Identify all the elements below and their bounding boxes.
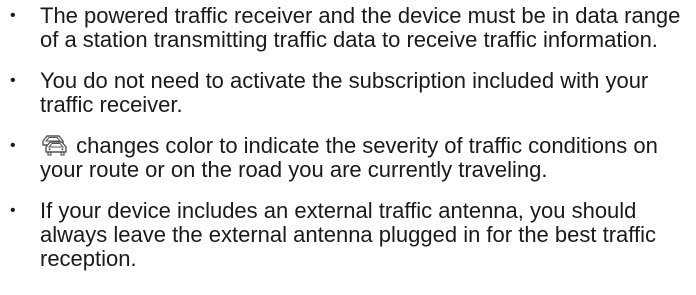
bullet-marker: •	[10, 7, 16, 24]
bullet-text: If your device includes an external traf…	[40, 198, 656, 271]
bullet-text: The powered traffic receiver and the dev…	[40, 3, 681, 52]
list-item: • If your device includes an external tr…	[0, 199, 690, 271]
bullet-list: • The powered traffic receiver and the d…	[0, 4, 696, 288]
list-item: • changes color to indicate the severity…	[0, 134, 690, 182]
traffic-icon	[42, 135, 67, 156]
bullet-text: You do not need to activate the subscrip…	[40, 68, 649, 117]
list-item: • You do not need to activate the subscr…	[0, 69, 690, 117]
bullet-text: changes color to indicate the severity o…	[40, 133, 658, 182]
bullet-marker: •	[10, 137, 16, 154]
list-item: • The powered traffic receiver and the d…	[0, 4, 690, 52]
bullet-marker: •	[10, 202, 16, 219]
bullet-marker: •	[10, 72, 16, 89]
